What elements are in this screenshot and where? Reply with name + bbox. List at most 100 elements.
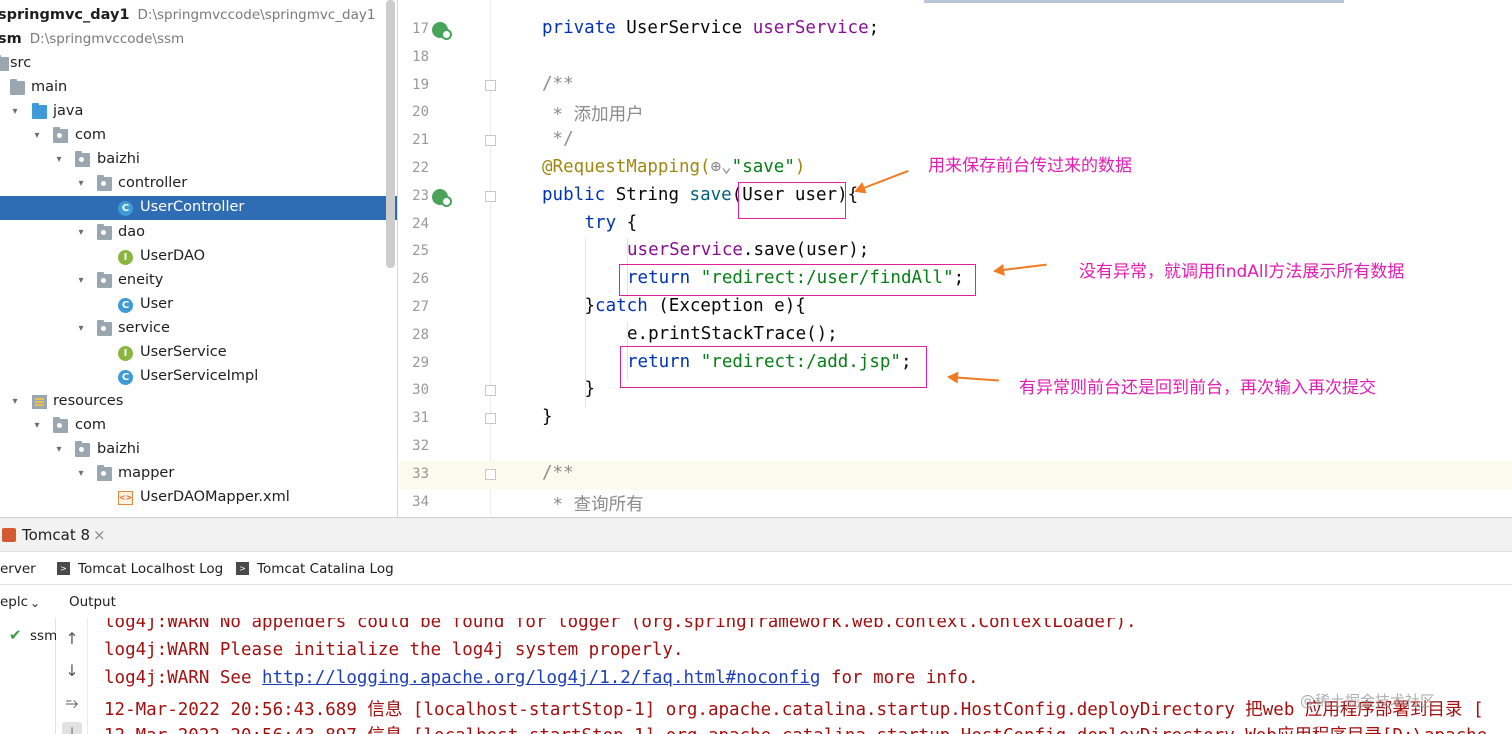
tab-server[interactable]: erver: [0, 561, 36, 577]
interface-icon: I: [118, 346, 133, 361]
soft-wrap-icon[interactable]: ⥱: [62, 692, 82, 714]
tree-scrollbar[interactable]: [386, 0, 395, 268]
chevron-down-icon[interactable]: ▾: [75, 274, 87, 288]
run-config-tab[interactable]: Tomcat 8: [22, 526, 90, 544]
chevron-down-icon[interactable]: ▾: [75, 226, 87, 240]
fold-marker-icon[interactable]: [485, 385, 496, 397]
fold-marker-icon[interactable]: [485, 413, 496, 425]
line-number: 24: [412, 215, 429, 232]
chevron-down-icon[interactable]: ▾: [53, 153, 65, 167]
line-number: 33: [412, 465, 429, 482]
tree-item-sm[interactable]: sm D:\springmvccode\ssm: [0, 28, 397, 52]
tree-item-java[interactable]: ▾ java: [0, 100, 397, 124]
code-line[interactable]: 23 public String save(User user){: [399, 183, 1512, 211]
tree-item-service[interactable]: ▾ service: [0, 317, 397, 341]
tree-item-main[interactable]: main: [0, 76, 397, 100]
console-link[interactable]: http://logging.apache.org/log4j/1.2/faq.…: [262, 668, 820, 688]
close-icon[interactable]: ×: [93, 526, 106, 544]
folder-icon: [10, 79, 25, 95]
tree-item-userserviceimpl[interactable]: C UserServiceImpl: [0, 365, 397, 389]
deployment-label[interactable]: eplc: [0, 594, 28, 610]
tree-item-eneity[interactable]: ▾ eneity: [0, 269, 397, 293]
tree-item-label: User: [140, 296, 173, 312]
tree-item-com[interactable]: ▾ com: [0, 414, 397, 438]
code-text: userService.save(user);: [627, 240, 869, 260]
code-line[interactable]: 32: [399, 433, 1512, 461]
return-findall-highlight-box: [619, 264, 976, 296]
code-line[interactable]: 20 * 添加用户: [399, 99, 1512, 127]
code-editor[interactable]: 17 private UserService userService; 18 19 /*…: [399, 0, 1512, 517]
chevron-down-icon[interactable]: ▾: [75, 177, 87, 191]
line-number: 25: [412, 243, 429, 260]
tab-localhost-log[interactable]: Tomcat Localhost Log: [78, 561, 223, 577]
code-line[interactable]: 34 * 查询所有: [399, 489, 1512, 517]
code-token: UserService: [626, 18, 753, 38]
fold-marker-icon[interactable]: [485, 79, 496, 91]
package-icon: [97, 224, 112, 240]
scroll-down-icon[interactable]: ↓: [62, 660, 82, 682]
code-line[interactable]: 19 /**: [399, 72, 1512, 100]
tree-item-userservice[interactable]: I UserService: [0, 341, 397, 365]
tab-catalina-log[interactable]: Tomcat Catalina Log: [257, 561, 394, 577]
code-line[interactable]: 28 e.printStackTrace();: [399, 322, 1512, 350]
tree-item-user[interactable]: C User: [0, 293, 397, 317]
tree-item-controller[interactable]: ▾ controller: [0, 172, 397, 196]
resources-folder-icon: [32, 395, 47, 409]
tree-item-mapper[interactable]: ▾ mapper: [0, 462, 397, 486]
chevron-down-icon[interactable]: ▾: [53, 443, 65, 457]
run-header: Tomcat 8 ×: [0, 518, 1512, 552]
chevron-down-icon[interactable]: ▾: [75, 322, 87, 336]
tree-item-name: sm: [0, 31, 22, 47]
chevron-down-icon[interactable]: ▾: [31, 129, 43, 143]
bean-gutter-icon[interactable]: [432, 22, 452, 40]
scroll-to-end-icon[interactable]: ⤓: [62, 722, 82, 734]
code-line[interactable]: 24 try {: [399, 211, 1512, 239]
tree-item-usercontroller[interactable]: C UserController: [0, 196, 397, 220]
code-line[interactable]: 27}catch (Exception e){: [399, 294, 1512, 322]
class-icon: C: [118, 201, 133, 216]
line-number: 28: [412, 326, 429, 343]
tree-item-name: com: [75, 127, 106, 143]
code-token: "save": [731, 157, 795, 177]
code-token: ): [794, 157, 806, 177]
tree-item-springmvc-day1[interactable]: springmvc_day1 D:\springmvccode\springmvc…: [0, 4, 397, 28]
bean-gutter-icon[interactable]: [432, 188, 452, 207]
deployment-item[interactable]: ssm: [30, 628, 57, 644]
console-text: for more info.: [820, 668, 979, 688]
chevron-down-icon[interactable]: ▾: [31, 419, 43, 433]
tree-item-userdaomapper-xml[interactable]: <> UserDAOMapper.xml: [0, 486, 397, 510]
console-output[interactable]: log4j:WARN No appenders could be found f…: [89, 618, 1512, 734]
tree-item-dao[interactable]: ▾ dao: [0, 221, 397, 245]
chevron-down-icon[interactable]: ▾: [9, 105, 21, 119]
code-line[interactable]: 33 /**: [399, 460, 1512, 489]
tree-item-name: baizhi: [97, 151, 140, 167]
fold-marker-icon[interactable]: [485, 190, 496, 202]
tree-item-baizhi[interactable]: ▾ baizhi: [0, 438, 397, 462]
chevron-down-icon[interactable]: ▾: [9, 395, 21, 409]
chevron-down-icon[interactable]: ▾: [75, 467, 87, 481]
fold-marker-icon[interactable]: [485, 135, 496, 147]
annotation-note-save: 用来保存前台传过来的数据: [928, 156, 1132, 176]
code-line[interactable]: 17 private UserService userService;: [399, 16, 1512, 44]
line-number: 34: [412, 493, 429, 510]
scroll-up-icon[interactable]: ↑: [62, 628, 82, 650]
tree-item-baizhi[interactable]: ▾ baizhi: [0, 148, 397, 172]
console-text: log4j:WARN See: [104, 668, 263, 688]
code-line[interactable]: 31}: [399, 405, 1512, 433]
tree-item-userdao[interactable]: I UserDAO: [0, 245, 397, 269]
code-text: e.printStackTrace();: [627, 324, 838, 344]
code-token: .save(user);: [742, 240, 870, 261]
tree-item-src[interactable]: src: [0, 52, 397, 76]
tree-item-resources[interactable]: ▾ resources: [0, 390, 397, 414]
line-number: 29: [412, 354, 429, 371]
line-number: 31: [412, 410, 429, 427]
code-line[interactable]: 18: [399, 44, 1512, 72]
fold-marker-icon[interactable]: [485, 468, 496, 480]
tomcat-icon: [2, 528, 16, 542]
tree-item-path: D:\springmvccode\ssm: [29, 31, 185, 47]
chevron-down-icon[interactable]: ⌄: [30, 596, 40, 610]
tree-item-name: UserController: [140, 199, 245, 215]
tree-item-com[interactable]: ▾ com: [0, 124, 397, 148]
tree-item-name: User: [140, 296, 174, 312]
code-text: @RequestMapping(⊕⌄"save"): [542, 157, 805, 177]
